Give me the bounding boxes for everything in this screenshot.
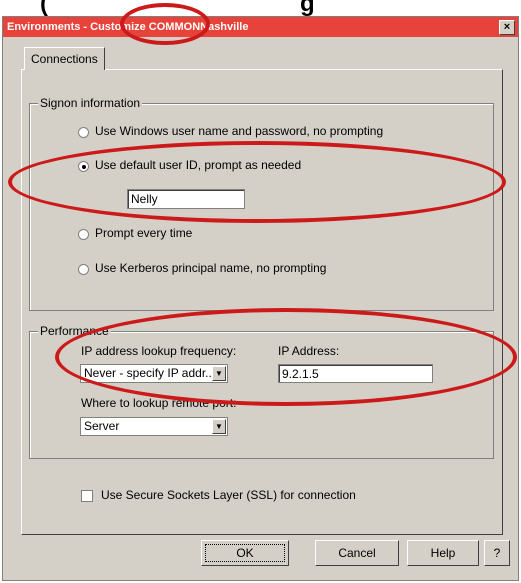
connections-panel: Signon information Use Windows user name…	[21, 69, 503, 535]
cancel-button-label: Cancel	[338, 546, 376, 560]
whats-this-button[interactable]: ?	[484, 540, 510, 566]
remote-port-select[interactable]: Server ▼	[80, 417, 228, 436]
title-bar[interactable]: Environments - Customize COMMONNashville…	[3, 17, 518, 37]
radio-windows-credentials[interactable]	[78, 127, 89, 138]
performance-group: Performance IP address lookup frequency:…	[29, 324, 494, 459]
ok-button[interactable]: OK	[201, 540, 289, 566]
radio-default-user-id[interactable]	[78, 161, 89, 172]
lookup-frequency-value: Never - specify IP addr...	[84, 366, 216, 380]
focus-rect	[205, 544, 285, 562]
close-icon: ×	[503, 21, 511, 33]
cancel-button[interactable]: Cancel	[315, 540, 399, 566]
radio-kerberos[interactable]	[78, 264, 89, 275]
remote-port-value: Server	[84, 419, 120, 433]
remote-port-label: Where to lookup remote port:	[81, 396, 237, 410]
ip-address-label: IP Address:	[278, 344, 340, 358]
help-button-label: Help	[430, 546, 456, 560]
signon-group: Signon information Use Windows user name…	[29, 96, 494, 311]
lookup-frequency-label: IP address lookup frequency:	[81, 344, 237, 358]
radio-windows-credentials-label: Use Windows user name and password, no p…	[95, 124, 384, 138]
cropped-slide-heading: ( g	[40, 0, 315, 16]
signon-legend: Signon information	[38, 96, 143, 110]
help-button[interactable]: Help	[407, 540, 479, 566]
radio-prompt-every-time[interactable]	[78, 229, 89, 240]
ip-address-input[interactable]	[278, 364, 433, 383]
window-title: Environments - Customize COMMONNashville	[7, 21, 249, 33]
chevron-down-icon[interactable]: ▼	[212, 366, 226, 381]
tab-connections[interactable]: Connections	[24, 47, 105, 70]
radio-kerberos-label: Use Kerberos principal name, no promptin…	[95, 261, 327, 275]
customize-dialog: Environments - Customize COMMONNashville…	[2, 16, 519, 581]
ssl-checkbox-label: Use Secure Sockets Layer (SSL) for conne…	[101, 488, 356, 502]
radio-prompt-every-time-label: Prompt every time	[95, 226, 193, 240]
performance-legend: Performance	[38, 324, 111, 338]
close-button[interactable]: ×	[499, 20, 515, 35]
ssl-checkbox[interactable]	[81, 490, 93, 502]
default-user-id-input[interactable]	[127, 189, 245, 209]
chevron-down-icon[interactable]: ▼	[212, 419, 226, 434]
radio-default-user-id-label: Use default user ID, prompt as needed	[95, 158, 302, 172]
question-icon: ?	[493, 546, 501, 560]
lookup-frequency-select[interactable]: Never - specify IP addr... ▼	[80, 364, 228, 383]
tab-label: Connections	[31, 52, 98, 66]
